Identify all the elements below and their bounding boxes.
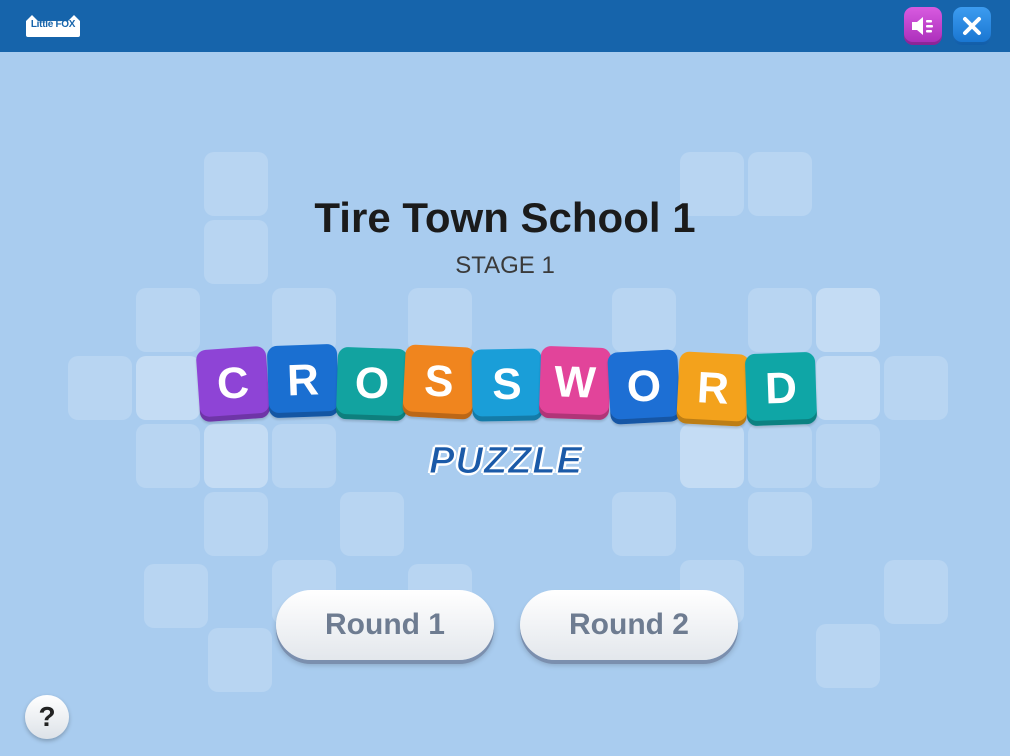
page-title: Tire Town School 1 <box>314 194 696 241</box>
logo-letter: W <box>538 345 612 421</box>
stage-label: STAGE 1 <box>455 252 555 279</box>
logo-letter: C <box>195 345 271 423</box>
top-bar: Little FOX <box>0 0 1010 52</box>
logo-letter: D <box>744 351 818 427</box>
little-fox-logo: Little FOX <box>24 13 82 39</box>
speaker-icon <box>912 17 933 35</box>
logo-letter: O <box>607 349 681 425</box>
help-button[interactable]: ? <box>25 695 69 739</box>
round-1-button[interactable]: Round 1 <box>276 590 494 660</box>
crossword-puzzle-logo: C R O S S W O R D PUZZLE <box>195 340 826 490</box>
logo-letter: S <box>402 344 476 420</box>
logo-letter: R <box>676 351 750 427</box>
logo-text: Little FOX <box>30 19 76 30</box>
sound-button[interactable] <box>904 7 942 45</box>
logo-letter: O <box>335 346 409 422</box>
close-button[interactable] <box>953 7 991 45</box>
close-icon <box>963 17 981 35</box>
logo-letter: S <box>471 348 543 422</box>
logo-subtitle: PUZZLE <box>429 440 583 483</box>
round-2-button[interactable]: Round 2 <box>520 590 738 660</box>
logo-letter: R <box>266 343 340 419</box>
